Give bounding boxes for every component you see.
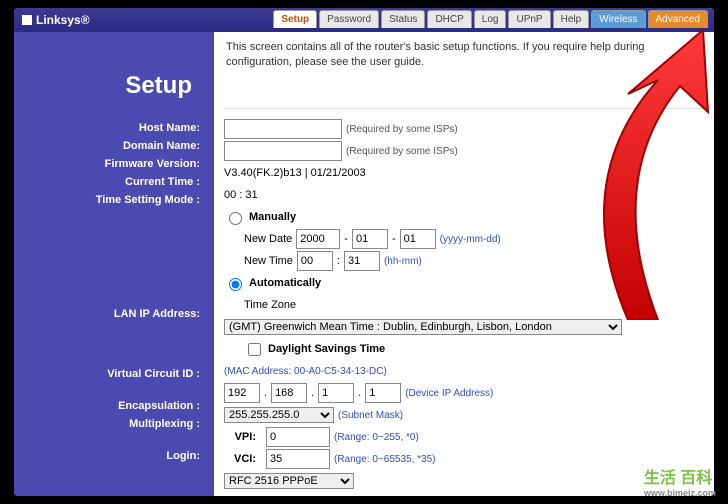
hint-hhmm: (hh-mm) [384, 256, 422, 267]
tab-status[interactable]: Status [381, 10, 425, 28]
tab-upnp[interactable]: UPnP [508, 10, 550, 28]
page-title: Setup [14, 44, 214, 120]
tab-password[interactable]: Password [319, 10, 379, 28]
manual-label: Manually [249, 211, 296, 223]
nd-month-input[interactable] [352, 229, 388, 249]
logo-icon [22, 15, 32, 25]
ip-d-input[interactable] [365, 383, 401, 403]
lbl-tmode: Time Setting Mode : [14, 192, 214, 210]
lbl-mux: Multiplexing : [14, 416, 214, 434]
radio-manual[interactable] [229, 212, 242, 225]
ip-b-input[interactable] [271, 383, 307, 403]
new-date-lbl: New Date [244, 233, 292, 245]
ip-a-input[interactable] [224, 383, 260, 403]
nt-min-input[interactable] [344, 251, 380, 271]
dst-checkbox[interactable] [248, 343, 261, 356]
tab-setup[interactable]: Setup [273, 10, 317, 28]
hint-devip: (Device IP Address) [405, 388, 493, 399]
dst-label: Daylight Savings Time [268, 343, 385, 355]
ip-c-input[interactable] [318, 383, 354, 403]
lbl-host: Host Name: [14, 120, 214, 138]
vpi-lbl: VPI: [224, 431, 262, 443]
hint-domain: (Required by some ISPs) [346, 146, 458, 157]
lbl-login: Login: [14, 448, 214, 466]
nd-day-input[interactable] [400, 229, 436, 249]
main-panel: This screen contains all of the router's… [214, 32, 714, 496]
lbl-time: Current Time : [14, 174, 214, 192]
description: This screen contains all of the router's… [224, 38, 704, 109]
hint-host: (Required by some ISPs) [346, 124, 458, 135]
tz-lbl: Time Zone [244, 299, 296, 311]
subnet-select[interactable]: 255.255.255.0 [224, 407, 334, 423]
lbl-lan: LAN IP Address: [14, 306, 214, 324]
tz-select[interactable]: (GMT) Greenwich Mean Time : Dublin, Edin… [224, 319, 622, 335]
encap-select[interactable]: RFC 2516 PPPoE [224, 473, 354, 489]
host-name-input[interactable] [224, 119, 342, 139]
nt-hour-input[interactable] [297, 251, 333, 271]
current-time-value: 00 : 31 [224, 189, 258, 201]
tab-dhcp[interactable]: DHCP [427, 10, 471, 28]
hint-vci: (Range: 0~65535, *35) [334, 454, 435, 465]
hint-subnet: (Subnet Mask) [338, 410, 403, 421]
hint-vpi: (Range: 0~255, *0) [334, 432, 419, 443]
firmware-value: V3.40(FK.2)b13 | 01/21/2003 [224, 167, 366, 179]
vci-input[interactable] [266, 449, 330, 469]
brand: Linksys® [36, 13, 90, 27]
tab-wireless[interactable]: Wireless [591, 10, 645, 28]
nd-year-input[interactable] [296, 229, 340, 249]
mac-lbl: (MAC Address: 00-A0-C5-34-13-DC) [224, 366, 387, 377]
lbl-fw: Firmware Version: [14, 156, 214, 174]
watermark: 生活 百科 www.bimeiz.com [644, 464, 716, 498]
lbl-domain: Domain Name: [14, 138, 214, 156]
new-time-lbl: New Time [244, 255, 293, 267]
domain-name-input[interactable] [224, 141, 342, 161]
vci-lbl: VCI: [224, 453, 262, 465]
tab-log[interactable]: Log [474, 10, 507, 28]
tab-advanced[interactable]: Advanced [648, 10, 708, 28]
lbl-vcid: Virtual Circuit ID : [14, 366, 214, 384]
tab-help[interactable]: Help [553, 10, 590, 28]
auto-label: Automatically [249, 277, 321, 289]
vpi-input[interactable] [266, 427, 330, 447]
radio-auto[interactable] [229, 278, 242, 291]
tabstrip: Setup Password Status DHCP Log UPnP Help… [273, 10, 708, 28]
sidebar: Setup Host Name: Domain Name: Firmware V… [14, 32, 214, 496]
lbl-encap: Encapsulation : [14, 398, 214, 416]
hint-yyyy: (yyyy-mm-dd) [440, 234, 501, 245]
